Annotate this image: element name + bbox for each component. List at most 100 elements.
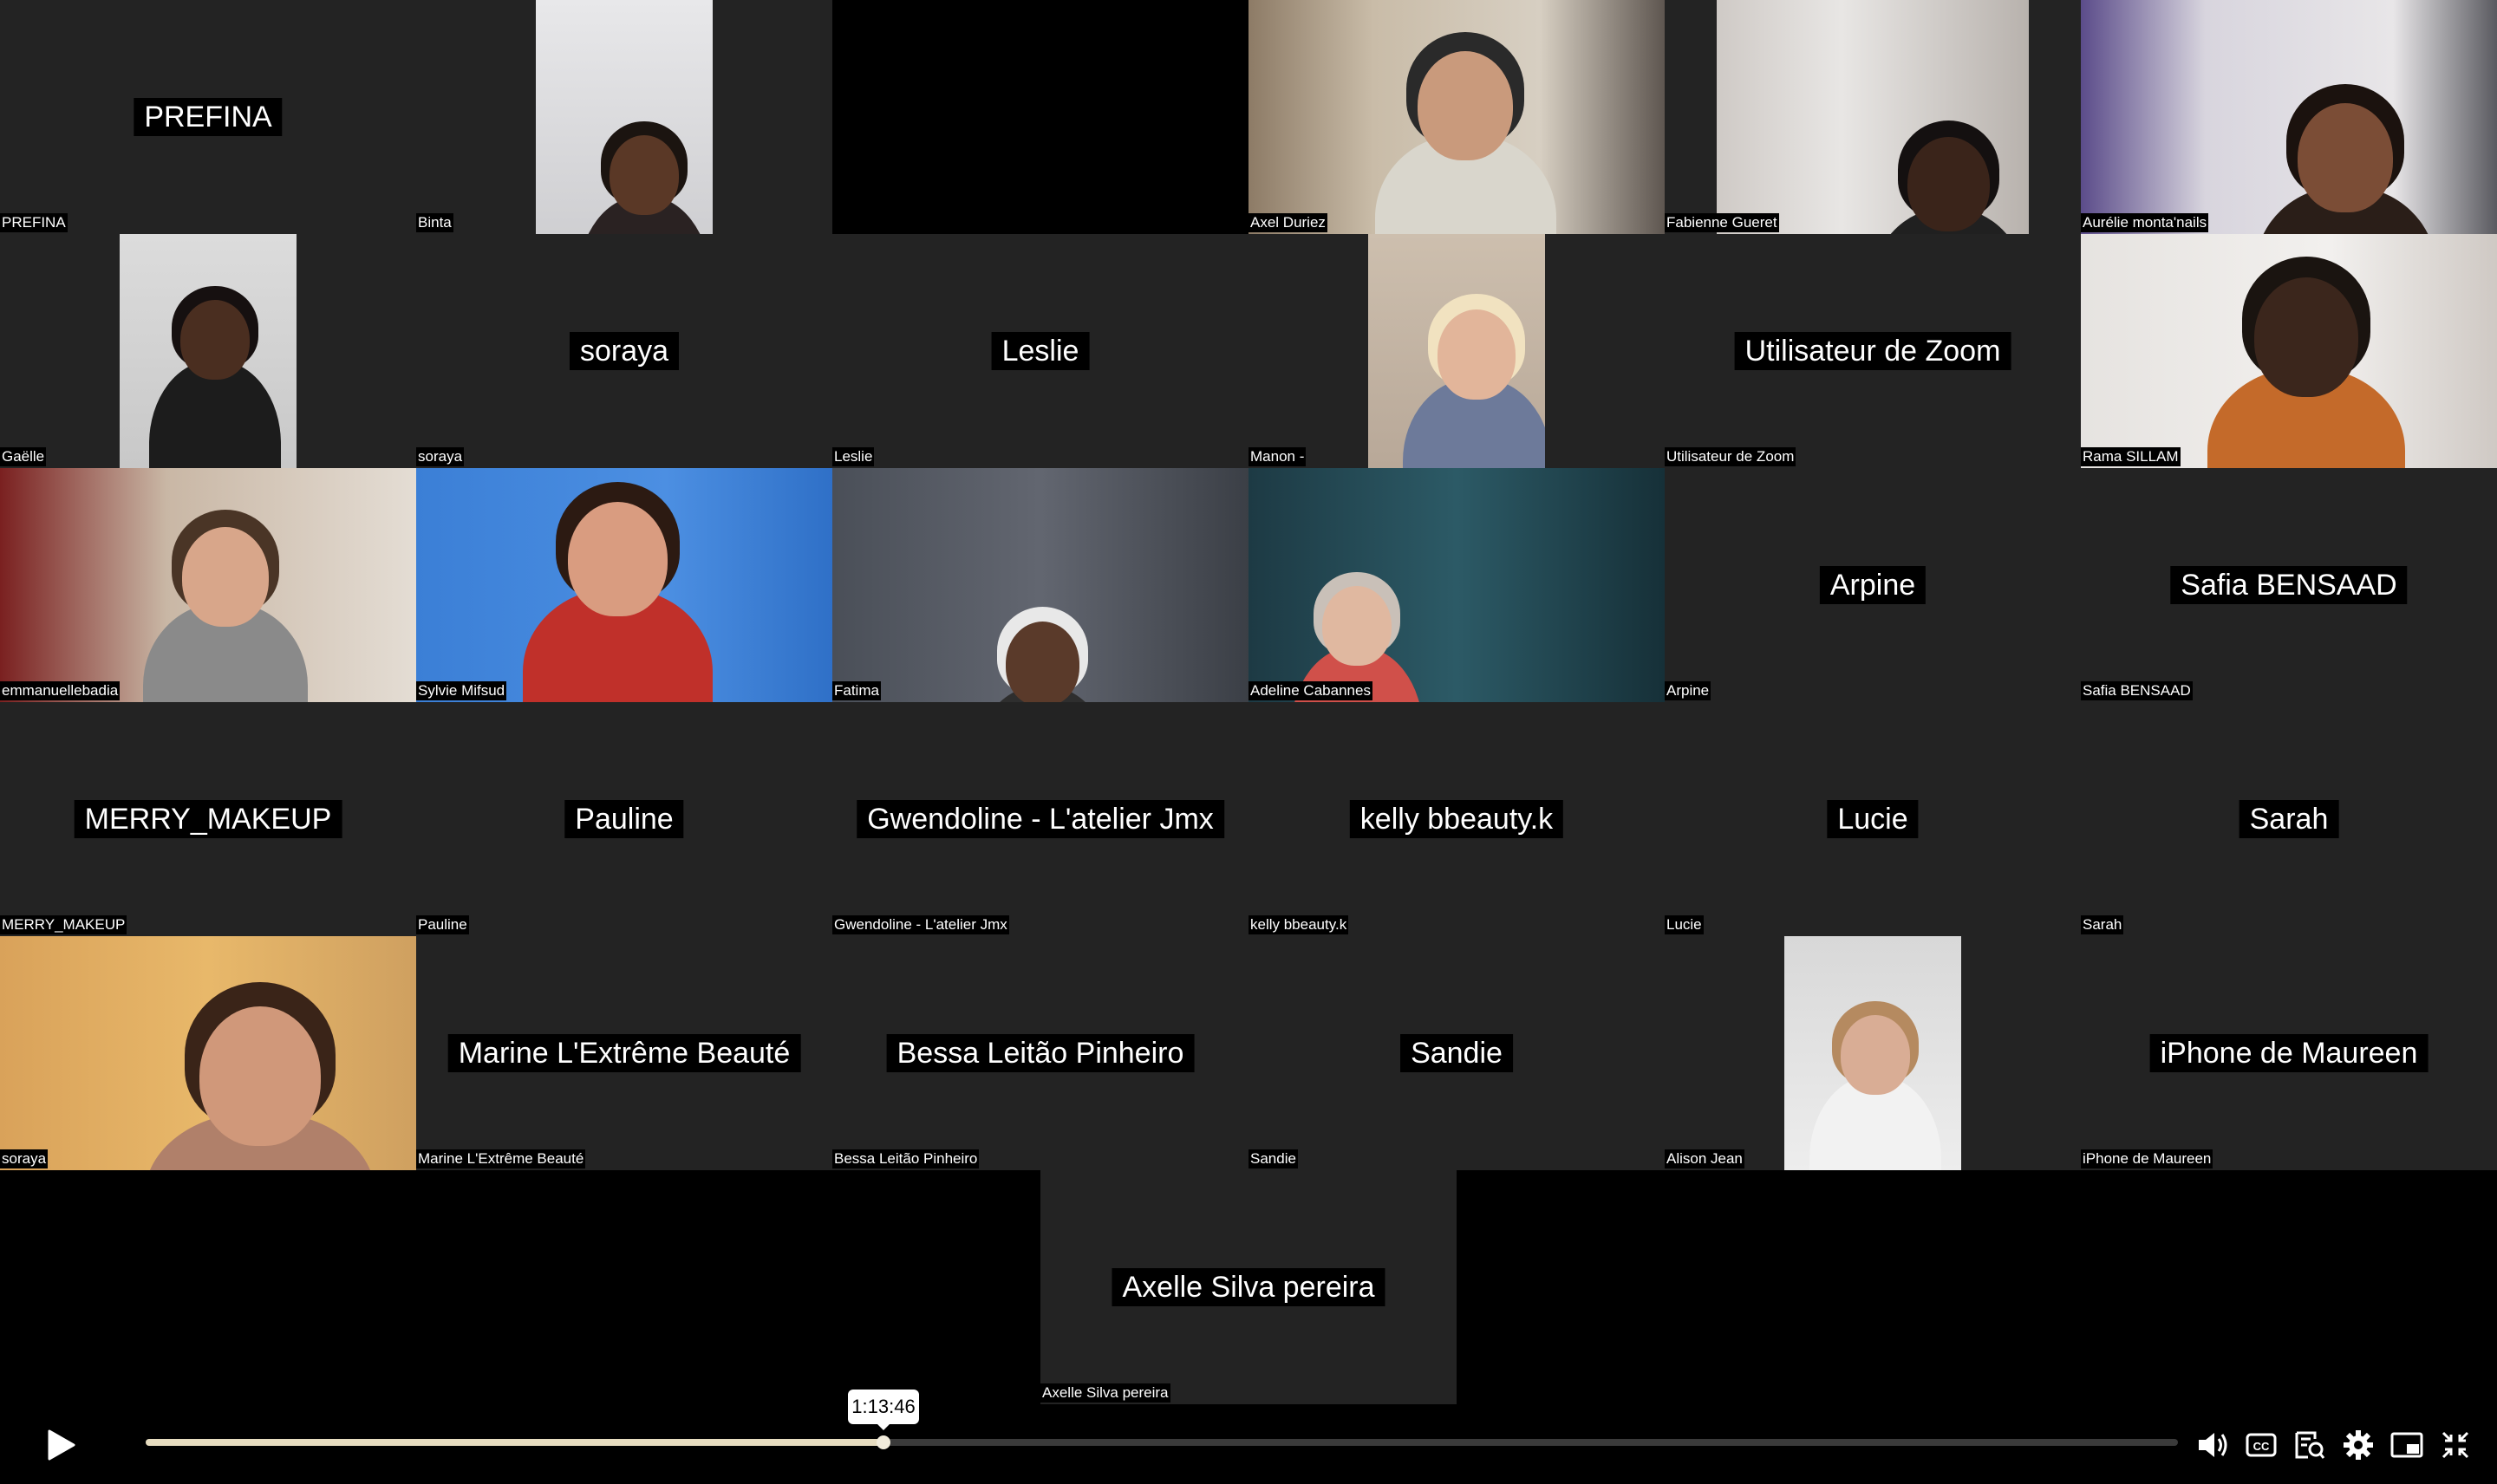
participant-tile[interactable]: Gwendoline - L'atelier Jmx Gwendoline - L… xyxy=(832,702,1248,936)
participant-video xyxy=(120,234,297,468)
participant-display-name: PREFINA xyxy=(134,98,283,136)
participant-name-label: Alison Jean xyxy=(1665,1149,1744,1168)
participant-display-name: iPhone de Maureen xyxy=(2149,1034,2429,1072)
participant-grid: PREFINA PREFINA Binta Axel Duriez Fabienne G… xyxy=(0,0,2497,1406)
participant-name-label: Gaëlle xyxy=(0,447,47,466)
participant-display-name: Sarah xyxy=(2239,800,2339,838)
participant-tile[interactable]: Manon - xyxy=(1248,234,1665,468)
participant-name-label: Rama SILLAM xyxy=(2081,447,2181,466)
participant-name-label: Aurélie monta'nails xyxy=(2081,213,2209,232)
participant-video xyxy=(0,936,416,1170)
participant-tile[interactable]: Rama SILLAM xyxy=(2081,234,2497,468)
participant-video xyxy=(1784,936,1961,1170)
participant-display-name: Arpine xyxy=(1819,566,1927,604)
participant-tile[interactable]: Safia BENSAAD Safia BENSAAD xyxy=(2081,468,2497,702)
participant-tile[interactable]: Bessa Leitão Pinheiro Bessa Leitão Pinhei… xyxy=(832,936,1248,1170)
captions-button[interactable]: CC xyxy=(2242,1406,2280,1484)
participant-tile[interactable]: emmanuellebadia xyxy=(0,468,416,702)
participant-name-label: Adeline Cabannes xyxy=(1248,681,1372,700)
participant-video xyxy=(416,468,832,702)
participant-tile[interactable]: Axel Duriez xyxy=(1248,0,1665,234)
participant-name-label: PREFINA xyxy=(0,213,68,232)
picture-in-picture-icon xyxy=(2390,1432,2423,1458)
participant-video xyxy=(2081,0,2497,234)
participant-tile[interactable]: iPhone de Maureen iPhone de Maureen xyxy=(2081,936,2497,1170)
person-face xyxy=(568,502,668,617)
progress-scrubber[interactable] xyxy=(876,1435,890,1449)
participant-display-name: Safia BENSAAD xyxy=(2170,566,2408,604)
participant-tile[interactable]: Utilisateur de Zoom Utilisateur de Zoom xyxy=(1665,234,2081,468)
participant-tile[interactable]: Adeline Cabannes xyxy=(1248,468,1665,702)
exit-fullscreen-icon xyxy=(2442,1431,2469,1459)
participant-display-name: Bessa Leitão Pinheiro xyxy=(886,1034,1195,1072)
participant-tile[interactable]: Fatima xyxy=(832,468,1248,702)
transcript-icon xyxy=(2295,1431,2325,1459)
participant-tile[interactable]: Binta xyxy=(416,0,832,234)
participant-display-name: Sandie xyxy=(1400,1034,1513,1072)
participant-tile[interactable]: Sylvie Mifsud xyxy=(416,468,832,702)
play-button[interactable] xyxy=(35,1406,87,1484)
participant-tile[interactable]: PREFINA PREFINA xyxy=(0,0,416,234)
participant-video xyxy=(0,468,416,702)
person-face xyxy=(180,300,250,381)
participant-tile[interactable]: Sandie Sandie xyxy=(1248,936,1665,1170)
participant-tile[interactable]: Axelle Silva pereira Axelle Silva pereira xyxy=(1040,1170,1457,1404)
participant-tile[interactable]: Gaëlle xyxy=(0,234,416,468)
participant-tile[interactable]: Alison Jean xyxy=(1665,936,2081,1170)
participant-name-label: soraya xyxy=(416,447,465,466)
participant-name-label: soraya xyxy=(0,1149,49,1168)
participant-video xyxy=(1717,0,2029,234)
volume-button[interactable] xyxy=(2194,1406,2235,1484)
participant-name-label: Binta xyxy=(416,213,453,232)
participant-display-name: kelly bbeauty.k xyxy=(1349,800,1564,838)
participant-display-name: Axelle Silva pereira xyxy=(1112,1268,1385,1306)
participant-name-label: Sylvie Mifsud xyxy=(416,681,507,700)
participant-display-name: Marine L'Extrême Beauté xyxy=(447,1034,801,1072)
person-face xyxy=(1438,309,1516,400)
participant-video xyxy=(1368,234,1545,468)
participant-display-name: Pauline xyxy=(564,800,684,838)
participant-name-label: Arpine xyxy=(1665,681,1711,700)
participant-tile[interactable]: kelly bbeauty.k kelly bbeauty.k xyxy=(1248,702,1665,936)
time-tooltip: 1:13:46 xyxy=(848,1390,919,1430)
participant-tile[interactable]: Aurélie monta'nails xyxy=(2081,0,2497,234)
participant-tile[interactable]: Arpine Arpine xyxy=(1665,468,2081,702)
participant-name-label: Safia BENSAAD xyxy=(2081,681,2193,700)
participant-display-name: Leslie xyxy=(991,332,1090,370)
participant-name-label: Manon - xyxy=(1248,447,1307,466)
participant-tile[interactable]: Pauline Pauline xyxy=(416,702,832,936)
participant-tile[interactable]: soraya soraya xyxy=(416,234,832,468)
exit-fullscreen-button[interactable] xyxy=(2436,1406,2474,1484)
participant-tile[interactable]: Leslie Leslie xyxy=(832,234,1248,468)
participant-tile[interactable] xyxy=(832,0,1248,234)
svg-text:CC: CC xyxy=(2253,1440,2270,1453)
progress-fill xyxy=(146,1439,883,1446)
settings-button[interactable] xyxy=(2339,1406,2377,1484)
participant-name-label: Utilisateur de Zoom xyxy=(1665,447,1796,466)
progress-bar[interactable] xyxy=(146,1435,2178,1449)
person-face xyxy=(2298,102,2393,213)
participant-name-label: Gwendoline - L'atelier Jmx xyxy=(832,915,1009,934)
picture-in-picture-button[interactable] xyxy=(2388,1406,2426,1484)
participant-tile[interactable]: Fabienne Gueret xyxy=(1665,0,2081,234)
participant-display-name: Utilisateur de Zoom xyxy=(1734,332,2011,370)
participant-video xyxy=(536,0,713,234)
person-face xyxy=(1841,1015,1910,1096)
participant-display-name: MERRY_MAKEUP xyxy=(74,800,342,838)
participant-name-label: Sandie xyxy=(1248,1149,1298,1168)
participant-name-label: Sarah xyxy=(2081,915,2124,934)
participant-name-label: Leslie xyxy=(832,447,875,466)
transcript-button[interactable] xyxy=(2291,1406,2329,1484)
participant-tile[interactable]: Lucie Lucie xyxy=(1665,702,2081,936)
settings-icon xyxy=(2344,1430,2373,1460)
participant-tile[interactable]: soraya xyxy=(0,936,416,1170)
person-face xyxy=(1907,136,1990,231)
person-face xyxy=(1418,50,1513,161)
participant-tile[interactable]: Marine L'Extrême Beauté Marine L'Extrême … xyxy=(416,936,832,1170)
participant-tile[interactable]: MERRY_MAKEUP MERRY_MAKEUP xyxy=(0,702,416,936)
participant-video xyxy=(1248,0,1665,234)
participant-tile[interactable]: Sarah Sarah xyxy=(2081,702,2497,936)
participant-name-label: emmanuellebadia xyxy=(0,681,121,700)
participant-display-name: Lucie xyxy=(1827,800,1919,838)
participant-video xyxy=(832,468,1248,702)
